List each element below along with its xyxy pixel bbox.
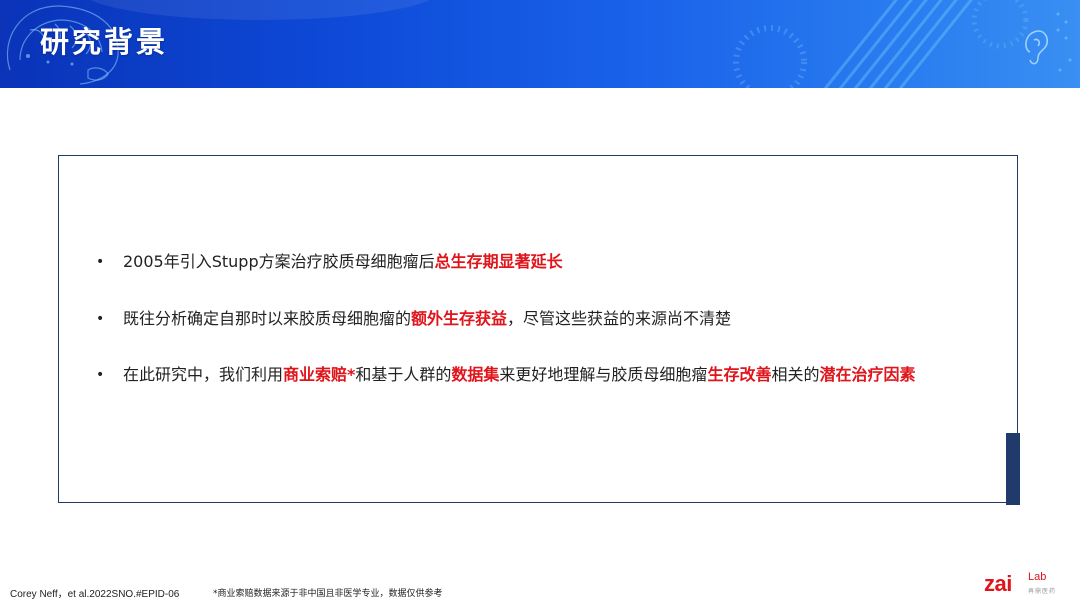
highlight-text: 潜在治疗因素	[819, 365, 916, 384]
text-segment: 相关的	[771, 365, 820, 384]
bullet-text-2: 既往分析确定自那时以来胶质母细胞瘤的额外生存获益，尽管这些获益的来源尚不清楚	[123, 309, 731, 328]
highlight-text: 额外生存获益	[411, 309, 508, 328]
logo-cn-text: 再鼎医药	[1028, 588, 1057, 595]
text-segment: ，尽管这些获益的来源尚不清楚	[507, 309, 732, 328]
text-segment: 来更好地理解与胶质母细胞瘤	[499, 365, 708, 384]
bullet-text-3: 在此研究中，我们利用商业索赔*和基于人群的数据集来更好地理解与胶质母细胞瘤生存改…	[123, 365, 915, 384]
highlight-text: 数据集	[451, 365, 500, 384]
highlight-text: 生存改善	[707, 365, 772, 384]
text-segment: 和基于人群的	[355, 365, 452, 384]
bullet-item-1: • 2005年引入Stupp方案治疗胶质母细胞瘤后总生存期显著延长	[96, 240, 963, 284]
box-accent-bar	[1006, 433, 1020, 505]
text-segment: 在此研究中，我们利用	[123, 365, 284, 384]
bullet-item-2: • 既往分析确定自那时以来胶质母细胞瘤的额外生存获益，尽管这些获益的来源尚不清楚	[96, 297, 963, 341]
header-banner: 研究背景	[0, 0, 1080, 88]
bullet-text-1: 2005年引入Stupp方案治疗胶质母细胞瘤后总生存期显著延长	[123, 252, 563, 271]
text-segment: 既往分析确定自那时以来胶质母细胞瘤的	[123, 309, 412, 328]
page-title: 研究背景	[40, 25, 169, 59]
bullet-dot-icon: •	[96, 367, 105, 383]
highlight-text: 总生存期显著延长	[434, 252, 563, 271]
bullet-dot-icon: •	[96, 311, 105, 327]
zailab-logo: zai Lab 再鼎医药	[984, 571, 1062, 602]
footer-citation: Corey Neff，et al.2022SNO.#EPID-06	[10, 589, 180, 600]
content-box: • 2005年引入Stupp方案治疗胶质母细胞瘤后总生存期显著延长 • 既往分析…	[58, 155, 1018, 503]
ear-icon	[1025, 30, 1049, 65]
stripe-decoration	[823, 0, 973, 88]
logo-main-text: zai	[984, 571, 1012, 596]
bullet-item-3: • 在此研究中，我们利用商业索赔*和基于人群的数据集来更好地理解与胶质母细胞瘤生…	[96, 353, 963, 397]
footer-note: *商业索赔数据来源于非中国且非医学专业，数据仅供参考	[213, 589, 443, 599]
bullet-dot-icon: •	[96, 254, 105, 270]
text-segment: 2005年引入Stupp方案治疗胶质母细胞瘤后	[123, 252, 435, 271]
highlight-text: 商业索赔*	[283, 365, 356, 384]
logo-sup-text: Lab	[1028, 571, 1047, 583]
